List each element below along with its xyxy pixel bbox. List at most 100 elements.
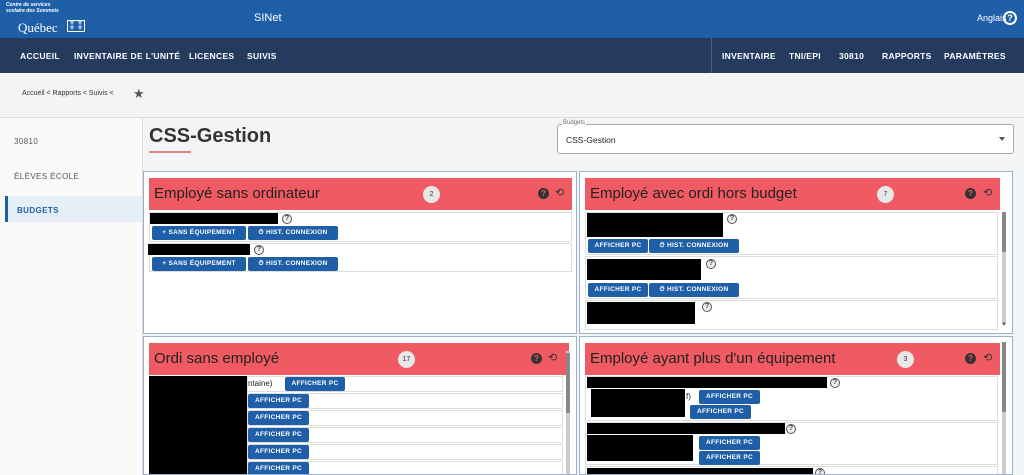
scrollbar[interactable]: [566, 351, 570, 474]
afficher-pc-button[interactable]: AFFICHER PC: [588, 239, 648, 253]
list-item: ?: [585, 466, 998, 474]
button-label: SANS ÉQUIPEMENT: [168, 229, 236, 236]
afficher-pc-button[interactable]: AFFICHER PC: [248, 394, 309, 408]
afficher-pc-button[interactable]: AFFICHER PC: [248, 445, 309, 459]
help-icon[interactable]: ?: [965, 353, 976, 364]
sidebar: 30810 ÉLÈVES ÉCOLE BUDGETS: [0, 118, 142, 475]
afficher-pc-button[interactable]: AFFICHER PC: [699, 390, 760, 404]
list-item: AFFICHER PC: [247, 393, 563, 409]
scroll-down-icon[interactable]: ▼: [1001, 322, 1007, 328]
redacted-block: [149, 376, 247, 474]
redacted-name: [587, 468, 813, 474]
redacted-name: [148, 244, 250, 255]
help-icon[interactable]: ?: [830, 378, 840, 388]
list-item: ? AFFICHER PC AFFICHER PC: [585, 422, 998, 465]
plus-icon: +: [162, 260, 167, 267]
scrollbar[interactable]: [1002, 342, 1006, 474]
sidebar-item-30810[interactable]: 30810: [5, 127, 142, 153]
button-label: HIST. CONNEXION: [265, 229, 328, 236]
logo-quebec-text: Québec: [18, 20, 58, 35]
afficher-pc-button[interactable]: AFFICHER PC: [690, 405, 751, 419]
list-item: ntaine) AFFICHER PC: [247, 376, 563, 392]
help-icon[interactable]: ?: [282, 214, 292, 224]
help-icon[interactable]: ?: [702, 302, 712, 312]
help-icon[interactable]: ?: [727, 214, 737, 224]
clock-icon: ⏱: [659, 286, 665, 293]
list-item: ? + SANS ÉQUIPEMENT ⏱ HIST. CONNEXION: [149, 212, 572, 242]
app-name: SINet: [254, 12, 282, 24]
nav-inventaire-unite[interactable]: INVENTAIRE DE L'UNITÉ: [74, 51, 180, 61]
count-badge: 17: [398, 351, 415, 368]
sans-equipement-button[interactable]: + SANS ÉQUIPEMENT: [152, 226, 246, 240]
afficher-pc-button[interactable]: AFFICHER PC: [248, 411, 309, 425]
main-nav: ACCUEIL INVENTAIRE DE L'UNITÉ LICENCES S…: [0, 38, 1024, 73]
panel-header: Employé avec ordi hors budget 7 ? ⟲: [585, 178, 1000, 210]
button-label: HIST. CONNEXION: [666, 286, 729, 293]
redacted-name: [150, 213, 278, 224]
sidebar-item-eleves-ecole[interactable]: ÉLÈVES ÉCOLE: [5, 162, 142, 188]
list-item: ? AFFICHER PC ⏱ HIST. CONNEXION: [585, 212, 998, 255]
scrollbar-thumb[interactable]: [566, 353, 570, 413]
nav-accueil[interactable]: ACCUEIL: [20, 51, 60, 61]
hist-connexion-button[interactable]: ⏱ HIST. CONNEXION: [649, 283, 739, 297]
budget-select[interactable]: CSS-Gestion: [557, 124, 1014, 154]
panel-header: Ordi sans employé 17 ? ⟲: [149, 343, 569, 375]
button-label: HIST. CONNEXION: [666, 242, 729, 249]
help-icon[interactable]: ?: [965, 188, 976, 199]
sans-equipement-button[interactable]: + SANS ÉQUIPEMENT: [152, 257, 246, 271]
nav-tni-epi[interactable]: TNI/EPI: [789, 51, 821, 61]
redacted-block: [591, 389, 685, 417]
help-icon[interactable]: ?: [254, 245, 264, 255]
afficher-pc-button[interactable]: AFFICHER PC: [285, 377, 345, 391]
sync-icon[interactable]: ⟲: [555, 186, 564, 199]
help-icon[interactable]: ?: [531, 353, 542, 364]
sync-icon[interactable]: ⟲: [548, 351, 557, 364]
hist-connexion-button[interactable]: ⏱ HIST. CONNEXION: [248, 226, 338, 240]
sync-icon[interactable]: ⟲: [983, 351, 992, 364]
hist-connexion-button[interactable]: ⏱ HIST. CONNEXION: [248, 257, 338, 271]
sync-icon[interactable]: ⟲: [983, 186, 992, 199]
scrollbar[interactable]: [1002, 212, 1006, 324]
list-item: ? f) AFFICHER PC AFFICHER PC: [585, 376, 998, 421]
nav-parametres[interactable]: PARAMÈTRES: [944, 51, 1006, 61]
nav-licences[interactable]: LICENCES: [189, 51, 234, 61]
breadcrumb[interactable]: Accueil < Rapports < Suivis <: [22, 90, 114, 97]
help-icon[interactable]: ?: [538, 188, 549, 199]
help-icon[interactable]: ?: [706, 259, 716, 269]
panel-title: Ordi sans employé: [154, 350, 280, 367]
afficher-pc-button[interactable]: AFFICHER PC: [699, 451, 760, 465]
help-icon[interactable]: ?: [815, 468, 825, 474]
count-badge: 7: [877, 186, 894, 203]
nav-rapports[interactable]: RAPPORTS: [882, 51, 932, 61]
afficher-pc-button[interactable]: AFFICHER PC: [699, 436, 760, 450]
help-icon[interactable]: ?: [1003, 11, 1017, 25]
nav-30810[interactable]: 30810: [839, 51, 864, 61]
afficher-pc-button[interactable]: AFFICHER PC: [248, 428, 309, 442]
list-item: AFFICHER PC: [247, 444, 563, 460]
list-item: ? AFFICHER PC ⏱ HIST. CONNEXION: [585, 256, 998, 299]
redacted-name: [587, 377, 827, 388]
help-icon[interactable]: ?: [786, 424, 796, 434]
row-text: ntaine): [248, 379, 273, 388]
nav-suivis[interactable]: SUIVIS: [247, 51, 277, 61]
sidebar-item-budgets[interactable]: BUDGETS: [5, 196, 142, 222]
afficher-pc-button[interactable]: AFFICHER PC: [248, 462, 309, 474]
afficher-pc-button[interactable]: AFFICHER PC: [588, 283, 648, 297]
redacted-name: [587, 423, 785, 434]
panel-ordi-sans-employe: Ordi sans employé 17 ? ⟲ ntaine) AFFICHE…: [143, 336, 577, 475]
redacted-name: [587, 259, 701, 280]
logo-small-text: Centre de services scolaire des Sommets: [6, 2, 59, 14]
clock-icon: ⏱: [258, 229, 264, 236]
redacted-block: [587, 435, 693, 461]
scrollbar-thumb[interactable]: [1002, 342, 1006, 412]
panel-employe-plus-equipement: Employé ayant plus d'un équipement 3 ? ⟲…: [579, 336, 1013, 475]
scrollbar-thumb[interactable]: [1002, 212, 1006, 252]
clock-icon: ⏱: [659, 242, 665, 249]
list-item: AFFICHER PC: [247, 410, 563, 426]
quebec-logo[interactable]: Centre de services scolaire des Sommets …: [4, 2, 85, 35]
panel-employe-sans-ordinateur: Employé sans ordinateur 2 ? ⟲ ? + SANS É…: [143, 171, 577, 334]
hist-connexion-button[interactable]: ⏱ HIST. CONNEXION: [649, 239, 739, 253]
star-icon[interactable]: ★: [133, 86, 145, 102]
redacted-name: [587, 213, 723, 237]
nav-inventaire[interactable]: INVENTAIRE: [722, 51, 776, 61]
